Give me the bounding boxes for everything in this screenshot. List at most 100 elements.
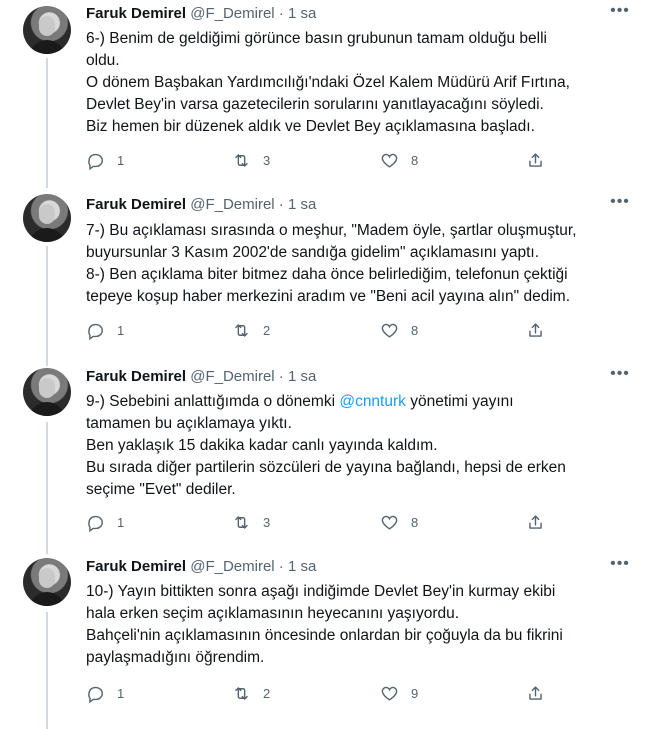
like-count: 8 [411, 514, 419, 530]
tweet-header: Faruk Demirel @F_Demirel · 1 sa [86, 557, 316, 577]
avatar[interactable] [23, 558, 71, 606]
share-button[interactable] [526, 681, 545, 705]
tweet-3[interactable]: Faruk Demirel @F_Demirel · 1 sa ••• 9-) … [0, 364, 650, 554]
reply-icon [86, 684, 105, 703]
tweet-line: Bahçeli'nin açıklamasının öncesinde onla… [86, 627, 563, 644]
tweet-actions: 1 2 8 [86, 318, 566, 342]
tweet-text: 7-) Bu açıklaması sırasında o meşhur, "M… [86, 220, 634, 308]
timestamp[interactable]: 1 sa [288, 368, 316, 385]
reply-count: 1 [117, 685, 125, 701]
author-handle[interactable]: @F_Demirel [190, 196, 274, 213]
tweet-line: Devlet Bey'in varsa gazetecilerin sorula… [86, 96, 544, 113]
tweet-line: 7-) Bu açıklaması sırasında o meşhur, "M… [86, 222, 577, 239]
share-icon [526, 151, 545, 170]
author-name[interactable]: Faruk Demirel [86, 558, 186, 575]
tweet-line: hala erken seçim açıklamasının heyecanın… [86, 605, 460, 622]
retweet-count: 2 [263, 685, 271, 701]
like-icon [380, 151, 399, 170]
reply-icon [86, 321, 105, 340]
share-icon [526, 513, 545, 532]
thread-line [46, 612, 48, 729]
like-icon [380, 513, 399, 532]
author-handle[interactable]: @F_Demirel [190, 368, 274, 385]
timestamp[interactable]: 1 sa [288, 558, 316, 575]
mention-link[interactable]: @cnnturk [339, 393, 406, 410]
reply-count: 1 [117, 514, 125, 530]
more-icon[interactable]: ••• [608, 194, 632, 215]
more-icon[interactable]: ••• [608, 366, 632, 387]
reply-button[interactable]: 1 [86, 318, 124, 342]
tweet-line: oldu. [86, 52, 120, 69]
thread-line [46, 422, 48, 554]
retweet-icon [232, 513, 251, 532]
like-button[interactable]: 8 [380, 148, 418, 172]
more-icon[interactable]: ••• [608, 3, 632, 24]
retweet-count: 2 [263, 322, 271, 338]
tweet-line: Bu sırada diğer partilerin sözcüleri de … [86, 459, 566, 476]
retweet-icon [232, 321, 251, 340]
tweet-line: 9-) Sebebini anlattığımda o dönemki @cnn… [86, 391, 634, 413]
author-name[interactable]: Faruk Demirel [86, 368, 186, 385]
tweet-actions: 1 3 8 [86, 148, 566, 172]
tweet-line: paylaşmadığını öğrendim. [86, 649, 265, 666]
like-count: 8 [411, 322, 419, 338]
retweet-button[interactable]: 3 [232, 510, 270, 534]
share-icon [526, 321, 545, 340]
separator: · [278, 5, 284, 22]
reply-icon [86, 151, 105, 170]
like-icon [380, 684, 399, 703]
reply-button[interactable]: 1 [86, 148, 124, 172]
tweet-line: Ben yaklaşık 15 dakika kadar canlı yayın… [86, 437, 438, 454]
avatar[interactable] [23, 368, 71, 416]
tweet-line: O dönem Başbakan Yardımcılığı'ndaki Özel… [86, 74, 570, 91]
share-icon [526, 684, 545, 703]
reply-count: 1 [117, 322, 125, 338]
like-count: 8 [411, 152, 419, 168]
retweet-count: 3 [263, 152, 271, 168]
tweet-text: 6-) Benim de geldiğimi görünce basın gru… [86, 28, 634, 138]
tweet-line: 6-) Benim de geldiğimi görünce basın gru… [86, 30, 547, 47]
share-button[interactable] [526, 148, 545, 172]
share-button[interactable] [526, 510, 545, 534]
timestamp[interactable]: 1 sa [288, 5, 316, 22]
thread-line [46, 246, 48, 366]
separator: · [278, 368, 284, 385]
tweet-2[interactable]: Faruk Demirel @F_Demirel · 1 sa ••• 7-) … [0, 188, 650, 366]
like-count: 9 [411, 685, 419, 701]
retweet-button[interactable]: 2 [232, 318, 270, 342]
author-handle[interactable]: @F_Demirel [190, 558, 274, 575]
tweet-actions: 1 2 9 [86, 681, 566, 705]
share-button[interactable] [526, 318, 545, 342]
reply-button[interactable]: 1 [86, 681, 124, 705]
tweet-text-suffix: yönetimi yayını [405, 393, 514, 410]
tweet-line: 8-) Ben açıklama biter bitmez daha önce … [86, 266, 568, 283]
tweet-line: tamamen bu açıklamaya yıktı. [86, 415, 292, 432]
author-handle[interactable]: @F_Demirel [190, 5, 274, 22]
timestamp[interactable]: 1 sa [288, 196, 316, 213]
retweet-icon [232, 151, 251, 170]
author-name[interactable]: Faruk Demirel [86, 5, 186, 22]
tweet-header: Faruk Demirel @F_Demirel · 1 sa [86, 367, 316, 387]
like-button[interactable]: 9 [380, 681, 418, 705]
tweet-4[interactable]: Faruk Demirel @F_Demirel · 1 sa ••• 10-)… [0, 554, 650, 729]
tweet-header: Faruk Demirel @F_Demirel · 1 sa [86, 4, 316, 24]
avatar[interactable] [23, 194, 71, 242]
reply-count: 1 [117, 152, 125, 168]
like-button[interactable]: 8 [380, 318, 418, 342]
tweet-line: buyursunlar 3 Kasım 2002'de sandığa gide… [86, 244, 540, 261]
like-button[interactable]: 8 [380, 510, 418, 534]
retweet-button[interactable]: 2 [232, 681, 270, 705]
like-icon [380, 321, 399, 340]
tweet-line: Biz hemen bir düzenek aldık ve Devlet Be… [86, 118, 535, 135]
tweet-1[interactable]: Faruk Demirel @F_Demirel · 1 sa ••• 6-) … [0, 0, 650, 188]
tweet-text: 10-) Yayın bittikten sonra aşağı indiğim… [86, 581, 634, 669]
tweet-line: seçime "Evet" dediler. [86, 481, 236, 498]
retweet-icon [232, 684, 251, 703]
avatar[interactable] [23, 6, 71, 54]
more-icon[interactable]: ••• [608, 556, 632, 577]
tweet-text-prefix: 9-) Sebebini anlattığımda o dönemki [86, 393, 340, 410]
tweet-line: 10-) Yayın bittikten sonra aşağı indiğim… [86, 583, 556, 600]
retweet-button[interactable]: 3 [232, 148, 270, 172]
author-name[interactable]: Faruk Demirel [86, 196, 186, 213]
reply-button[interactable]: 1 [86, 510, 124, 534]
